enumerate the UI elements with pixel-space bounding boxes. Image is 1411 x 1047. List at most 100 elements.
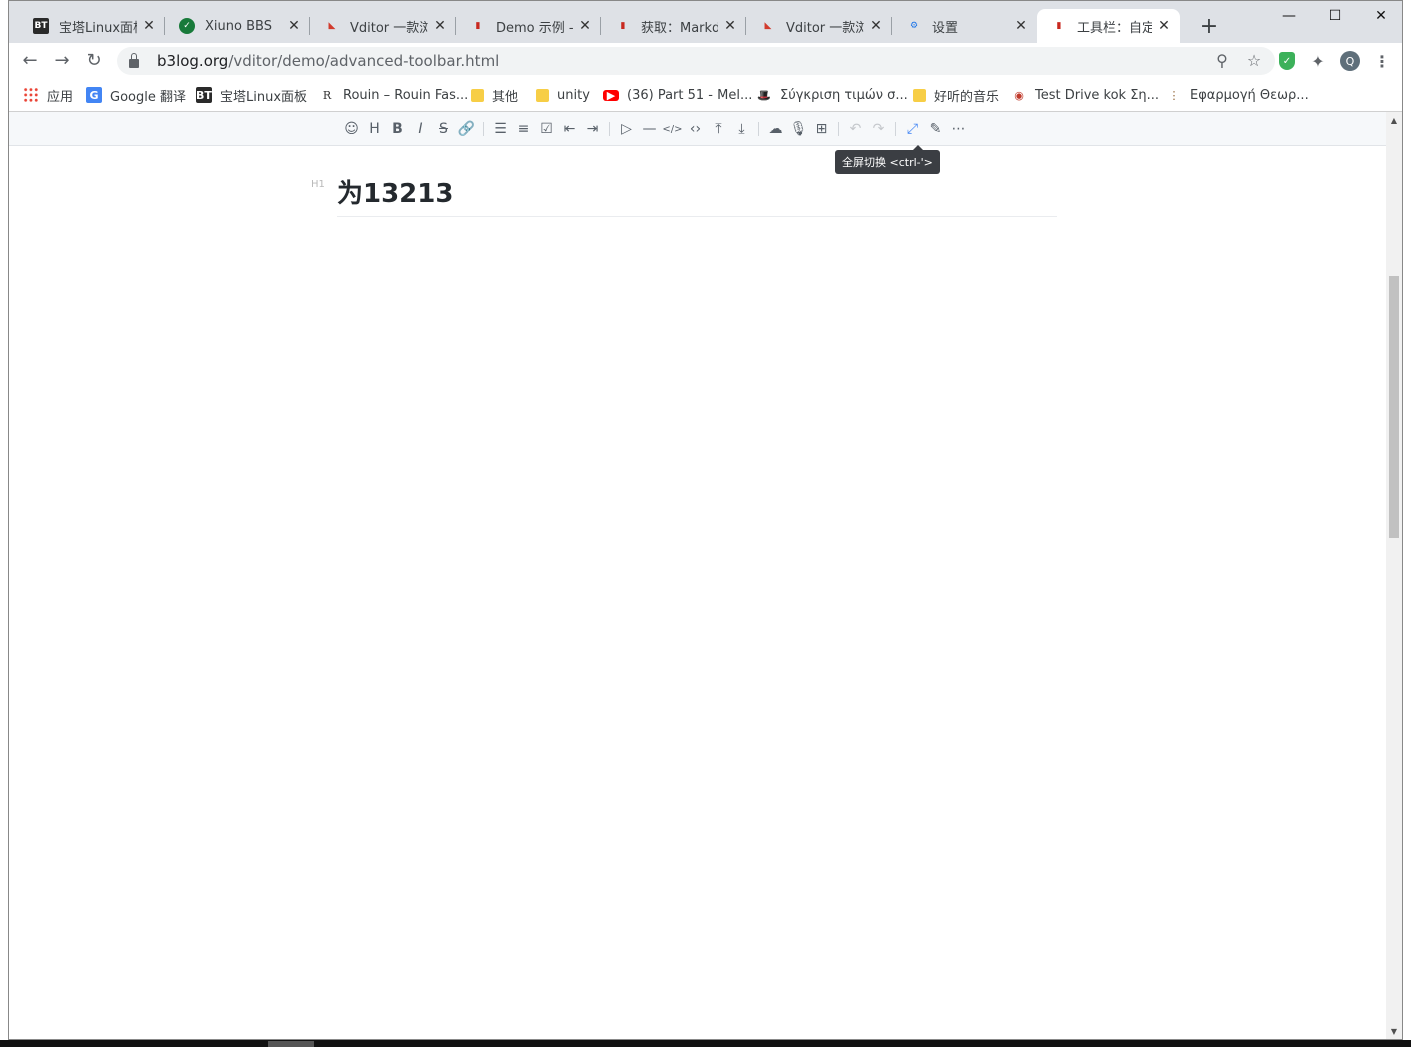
tab-title: 工具栏：自定义 (1077, 20, 1152, 36)
back-button[interactable]: ← (16, 47, 44, 75)
extension-shield-button[interactable]: ✓ (1277, 51, 1297, 71)
browser-tab[interactable]: ✓ Xiuno BBS ✕ (165, 9, 310, 43)
inline-code-icon[interactable]: ‹› (684, 120, 707, 138)
browser-tab[interactable]: ▮ Demo 示例 - V✕ (456, 9, 601, 43)
scroll-down-arrow-icon[interactable]: ▼ (1386, 1025, 1402, 1039)
scroll-up-arrow-icon[interactable]: ▲ (1386, 114, 1402, 128)
bookmark-item[interactable]: ▶ (36) Part 51 - Mel... (603, 85, 752, 105)
bookmark-star-icon[interactable]: ☆ (1240, 47, 1268, 75)
tab-title: Xiuno BBS (205, 18, 272, 34)
new-tab-button[interactable]: + (1195, 13, 1223, 41)
code-icon[interactable]: </> (661, 120, 684, 138)
bookmark-label: (36) Part 51 - Mel... (627, 87, 753, 103)
check-icon[interactable]: ☑ (535, 120, 558, 138)
editor-heading[interactable]: 为13213 (337, 173, 1057, 217)
editor-area[interactable]: H1 为13213 (9, 147, 1386, 1039)
folder-icon (471, 88, 484, 102)
rouin-icon: R (322, 88, 332, 102)
forward-button[interactable]: → (48, 47, 76, 75)
browser-tab[interactable]: ◣ Vditor 一款浏览✕ (746, 9, 892, 43)
browser-tab[interactable]: ◣ Vditor 一款浏览✕ (310, 9, 456, 43)
minimize-button[interactable]: — (1266, 1, 1312, 31)
list-icon[interactable]: ☰ (489, 120, 512, 138)
bookmark-item[interactable]: ◉ Test Drive kok Ση... (1011, 85, 1159, 105)
bookmark-item[interactable]: G Google 翻译 (86, 85, 186, 105)
browser-tab[interactable]: BT 宝塔Linux面板✕ (19, 9, 165, 43)
tab-close-icon[interactable]: ✕ (432, 18, 448, 34)
line-icon[interactable]: — (638, 120, 661, 138)
folder-icon (536, 88, 549, 102)
more-icon[interactable]: ⋯ (947, 120, 970, 138)
ordered-list-icon[interactable]: ≡ (512, 120, 535, 138)
bookmark-item[interactable]: ⋮ Εφαρμογή Θεωρ... (1166, 85, 1309, 105)
tab-close-icon[interactable]: ✕ (868, 18, 884, 34)
book-icon: ▮ (1056, 21, 1062, 31)
toolbar-divider (609, 122, 610, 136)
bookmarks-bar: 应用 G Google 翻译 BT 宝塔Linux面板 R Rouin – Rouin Fa… (9, 79, 1402, 112)
browser-menu-button[interactable]: ⋮ (1372, 51, 1392, 71)
taskbar-item[interactable] (268, 1041, 314, 1047)
headings-icon[interactable]: H (363, 120, 386, 138)
scroll-thumb[interactable] (1389, 276, 1399, 538)
strike-icon[interactable]: S (432, 120, 455, 138)
bookmark-item[interactable]: BT 宝塔Linux面板 (196, 85, 307, 105)
browser-tab[interactable]: ⚙ 设置 ✕ (892, 9, 1037, 43)
bookmark-item[interactable]: R Rouin – Rouin Fas... (319, 85, 468, 105)
tab-close-icon[interactable]: ✕ (141, 18, 157, 34)
reload-button[interactable]: ↻ (80, 47, 108, 75)
page-scrollbar[interactable]: ▲ ▼ (1386, 112, 1402, 1039)
bookmark-item[interactable]: 好听的音乐 (913, 85, 999, 105)
url-host: b3log.org (157, 52, 229, 70)
tab-close-icon[interactable]: ✕ (722, 18, 738, 34)
bookmark-label: 应用 (47, 89, 74, 105)
tab-close-icon[interactable]: ✕ (1156, 18, 1172, 34)
bookmark-label: 好听的音乐 (934, 89, 1000, 105)
italic-icon[interactable]: I (409, 120, 432, 138)
upload-icon[interactable]: ☁ (764, 120, 787, 138)
toolbar-divider (838, 122, 839, 136)
desktop-right-edge (1403, 0, 1411, 1047)
bold-icon[interactable]: B (386, 120, 409, 138)
fullscreen-icon[interactable]: ⤢ (901, 120, 924, 138)
heading-level-marker: H1 (311, 179, 325, 190)
youtube-icon: ▶ (603, 89, 619, 102)
record-icon[interactable]: 🎙 (787, 120, 810, 138)
toolbar-divider (758, 122, 759, 136)
tab-close-icon[interactable]: ✕ (286, 18, 302, 34)
arrow-right-icon: → (54, 50, 70, 71)
tab-close-icon[interactable]: ✕ (1013, 18, 1029, 34)
bookmark-label: Google 翻译 (110, 89, 186, 105)
link-icon[interactable]: 🔗 (455, 120, 478, 138)
book-icon: ▮ (475, 21, 481, 31)
toolbar-divider (483, 122, 484, 136)
profile-button[interactable]: Q (1340, 51, 1360, 71)
emoji-icon[interactable]: ☺ (340, 120, 363, 138)
zoom-icon[interactable]: ⚲ (1208, 47, 1236, 75)
insert-after-icon[interactable]: ⤓ (730, 120, 753, 138)
bookmark-item[interactable]: 其他 (471, 85, 518, 105)
tab-close-icon[interactable]: ✕ (577, 18, 593, 34)
indent-icon[interactable]: ⇥ (581, 120, 604, 138)
tab-title: Vditor 一款浏览 (786, 20, 864, 36)
shield-check-icon: ✓ (1279, 52, 1295, 70)
quote-icon[interactable]: ▷ (615, 120, 638, 138)
reload-icon: ↻ (86, 50, 102, 71)
maximize-button[interactable]: ☐ (1312, 1, 1358, 31)
close-window-button[interactable]: ✕ (1358, 1, 1402, 31)
redo-icon[interactable]: ↷ (867, 120, 890, 138)
vditor-icon: ◣ (764, 21, 772, 31)
bookmark-item[interactable]: 应用 (23, 85, 73, 105)
edit-mode-icon[interactable]: ✎ (924, 120, 947, 138)
bookmark-item[interactable]: 🎩 Σύγκριση τιμών σ... (756, 85, 908, 105)
outdent-icon[interactable]: ⇤ (558, 120, 581, 138)
insert-before-icon[interactable]: ⤒ (707, 120, 730, 138)
browser-tab[interactable]: ▮ 工具栏：自定义✕ (1037, 9, 1180, 43)
bookmark-item[interactable]: unity (536, 85, 590, 105)
table-icon[interactable]: ⊞ (810, 120, 833, 138)
avatar: Q (1340, 51, 1360, 71)
extensions-button[interactable]: ✦ (1308, 51, 1328, 71)
address-bar[interactable]: b3log.org/vditor/demo/advanced-toolbar.h… (117, 47, 1275, 75)
undo-icon[interactable]: ↶ (844, 120, 867, 138)
browser-tab[interactable]: ▮ 获取：Markdo✕ (601, 9, 746, 43)
url-text[interactable]: b3log.org/vditor/demo/advanced-toolbar.h… (157, 52, 499, 70)
